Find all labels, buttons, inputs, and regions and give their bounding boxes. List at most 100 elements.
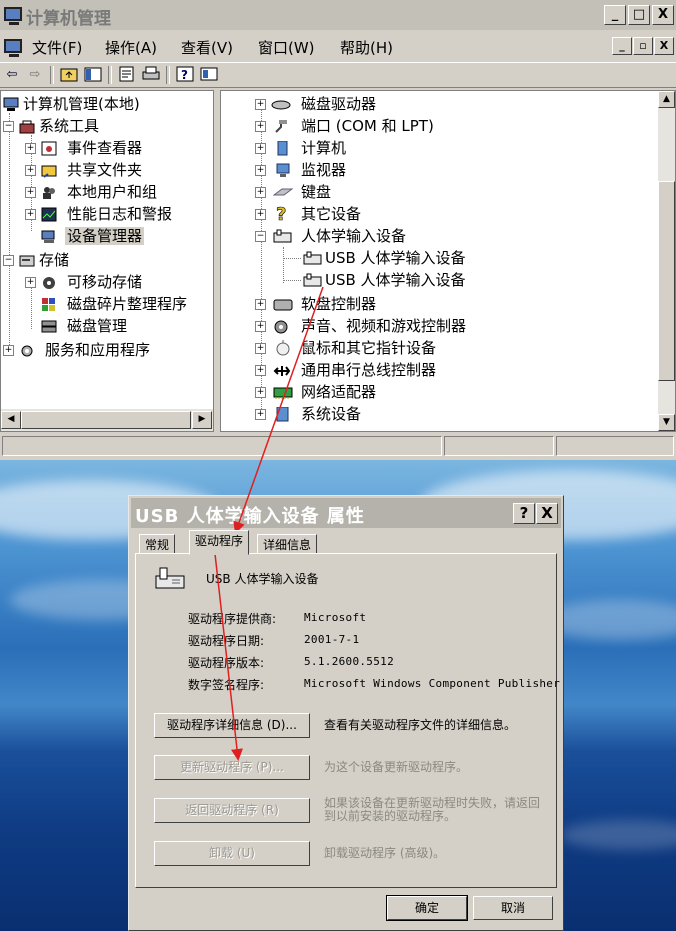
device-category-ports[interactable]: + 端口 (COM 和 LPT) (255, 115, 434, 137)
show-hide-tree-icon[interactable] (84, 66, 102, 83)
expand-toggle[interactable]: + (25, 187, 36, 198)
dialog-close-button[interactable]: X (536, 503, 558, 524)
device-category-hid[interactable]: − 人体学输入设备 (255, 225, 406, 247)
collapse-toggle[interactable]: − (3, 121, 14, 132)
menu-help[interactable]: 帮助(H) (340, 37, 393, 58)
shared-folder-icon (41, 162, 57, 178)
minimize-button[interactable]: _ (604, 5, 626, 25)
roll-back-driver-button[interactable]: 返回驱动程序 (R) (154, 798, 310, 823)
device-category-other[interactable]: + ? 其它设备 (255, 203, 361, 225)
sound-icon (273, 318, 289, 334)
child-restore-button[interactable]: ▫ (633, 37, 653, 55)
device-category-keyboards[interactable]: + 键盘 (255, 181, 331, 203)
tree-item-root[interactable]: 计算机管理(本地) (3, 93, 140, 115)
cancel-button[interactable]: 取消 (473, 896, 553, 920)
device-usb-hid-2[interactable]: USB 人体学输入设备 (277, 269, 466, 291)
device-label: 软盘控制器 (301, 295, 377, 313)
collapse-toggle[interactable]: − (255, 231, 266, 242)
menu-file[interactable]: 文件(F) (32, 37, 82, 58)
status-pane (556, 436, 674, 456)
expand-toggle[interactable]: + (255, 165, 266, 176)
device-category-mice[interactable]: + 鼠标和其它指针设备 (255, 337, 436, 359)
expand-toggle[interactable]: + (255, 387, 266, 398)
device-category-sound[interactable]: + 声音、视频和游戏控制器 (255, 315, 466, 337)
driver-details-button[interactable]: 驱动程序详细信息 (D)... (154, 713, 310, 738)
tree-item-shared-folders[interactable]: + 共享文件夹 (25, 159, 142, 181)
expand-toggle[interactable]: + (255, 209, 266, 220)
keyboard-icon (272, 184, 294, 199)
scroll-right-button[interactable]: ▶ (192, 411, 212, 429)
back-arrow-icon[interactable]: ⇦ (3, 66, 21, 83)
expand-toggle[interactable]: + (25, 165, 36, 176)
device-label: 键盘 (301, 183, 332, 201)
expand-toggle[interactable]: + (255, 99, 266, 110)
maximize-button[interactable]: □ (628, 5, 650, 25)
tab-details[interactable]: 详细信息 (257, 534, 318, 554)
computer-management-icon (4, 7, 22, 25)
print-icon[interactable] (142, 66, 160, 83)
uninstall-button[interactable]: 卸载 (U) (154, 841, 310, 866)
properties-icon[interactable] (118, 66, 136, 83)
scroll-up-button[interactable]: ▲ (658, 91, 675, 108)
collapse-toggle[interactable]: − (3, 255, 14, 266)
menu-view[interactable]: 查看(V) (181, 37, 233, 58)
device-label: 监视器 (301, 161, 347, 179)
forward-arrow-icon[interactable]: ⇨ (26, 66, 44, 83)
scroll-left-button[interactable]: ◀ (1, 411, 21, 429)
tree-item-event-viewer[interactable]: + 事件查看器 (25, 137, 142, 159)
tree-item-removable-storage[interactable]: + 可移动存储 (25, 271, 142, 293)
scroll-down-button[interactable]: ▼ (658, 414, 675, 431)
ok-button[interactable]: 确定 (386, 895, 468, 921)
toolbar-separator (108, 66, 112, 84)
tree-label: 性能日志和警报 (67, 205, 173, 223)
help-button[interactable]: ? (513, 503, 535, 524)
up-folder-icon[interactable] (60, 66, 78, 83)
expand-toggle[interactable]: + (25, 209, 36, 220)
device-category-monitors[interactable]: + 监视器 (255, 159, 346, 181)
device-category-floppy[interactable]: + 软盘控制器 (255, 293, 376, 315)
expand-toggle[interactable]: + (3, 345, 14, 356)
tree-item-local-users[interactable]: + 本地用户和组 (25, 181, 157, 203)
scrollbar-thumb[interactable] (21, 411, 191, 429)
status-bar (0, 434, 676, 458)
menu-action[interactable]: 操作(A) (105, 37, 157, 58)
tree-item-disk-management[interactable]: 磁盘管理 (25, 315, 127, 337)
device-category-usb[interactable]: + 通用串行总线控制器 (255, 359, 436, 381)
expand-toggle[interactable]: + (25, 143, 36, 154)
expand-toggle[interactable]: + (255, 343, 266, 354)
tree-item-services[interactable]: + 服务和应用程序 (3, 339, 150, 361)
child-minimize-button[interactable]: _ (612, 37, 632, 55)
console-tree-pane: 计算机管理(本地) − 系统工具 + 事件查看器 + 共享文件夹 + 本地用户和… (0, 90, 214, 432)
device-usb-hid-1[interactable]: USB 人体学输入设备 (277, 247, 466, 269)
expand-toggle[interactable]: + (255, 365, 266, 376)
expand-toggle[interactable]: + (25, 277, 36, 288)
device-category-computer[interactable]: + 计算机 (255, 137, 346, 159)
expand-toggle[interactable]: + (255, 321, 266, 332)
child-close-button[interactable]: X (654, 37, 674, 55)
services-icon (19, 342, 35, 357)
console-icon[interactable] (200, 66, 218, 83)
expand-toggle[interactable]: + (255, 187, 266, 198)
tree-item-system-tools[interactable]: − 系统工具 (3, 115, 99, 137)
device-category-disk-drives[interactable]: + 磁盘驱动器 (255, 93, 376, 115)
tab-general[interactable]: 常规 (139, 534, 176, 554)
expand-toggle[interactable]: + (255, 121, 266, 132)
horizontal-scrollbar[interactable]: ◀ ▶ (1, 409, 213, 431)
update-driver-button[interactable]: 更新驱动程序 (P)... (154, 755, 310, 780)
expand-toggle[interactable]: + (255, 143, 266, 154)
menu-bar: 文件(F) 操作(A) 查看(V) 窗口(W) 帮助(H) _ ▫ X (0, 33, 676, 61)
tree-item-device-manager[interactable]: 设备管理器 (25, 225, 145, 247)
help-icon[interactable]: ? (176, 66, 194, 83)
tree-item-perf-logs[interactable]: + 性能日志和警报 (25, 203, 172, 225)
device-category-network[interactable]: + 网络适配器 (255, 381, 376, 403)
tree-item-storage[interactable]: − 存储 (3, 249, 69, 271)
menu-window[interactable]: 窗口(W) (258, 37, 315, 58)
tab-driver[interactable]: 驱动程序 (189, 530, 250, 555)
close-button[interactable]: X (652, 5, 674, 25)
tree-item-defrag[interactable]: 磁盘碎片整理程序 (25, 293, 187, 315)
expand-toggle[interactable]: + (255, 299, 266, 310)
device-category-system[interactable]: + 系统设备 (255, 403, 361, 425)
vertical-scrollbar[interactable]: ▲ ▼ (658, 91, 675, 431)
scrollbar-thumb[interactable] (658, 181, 675, 381)
expand-toggle[interactable]: + (255, 409, 266, 420)
